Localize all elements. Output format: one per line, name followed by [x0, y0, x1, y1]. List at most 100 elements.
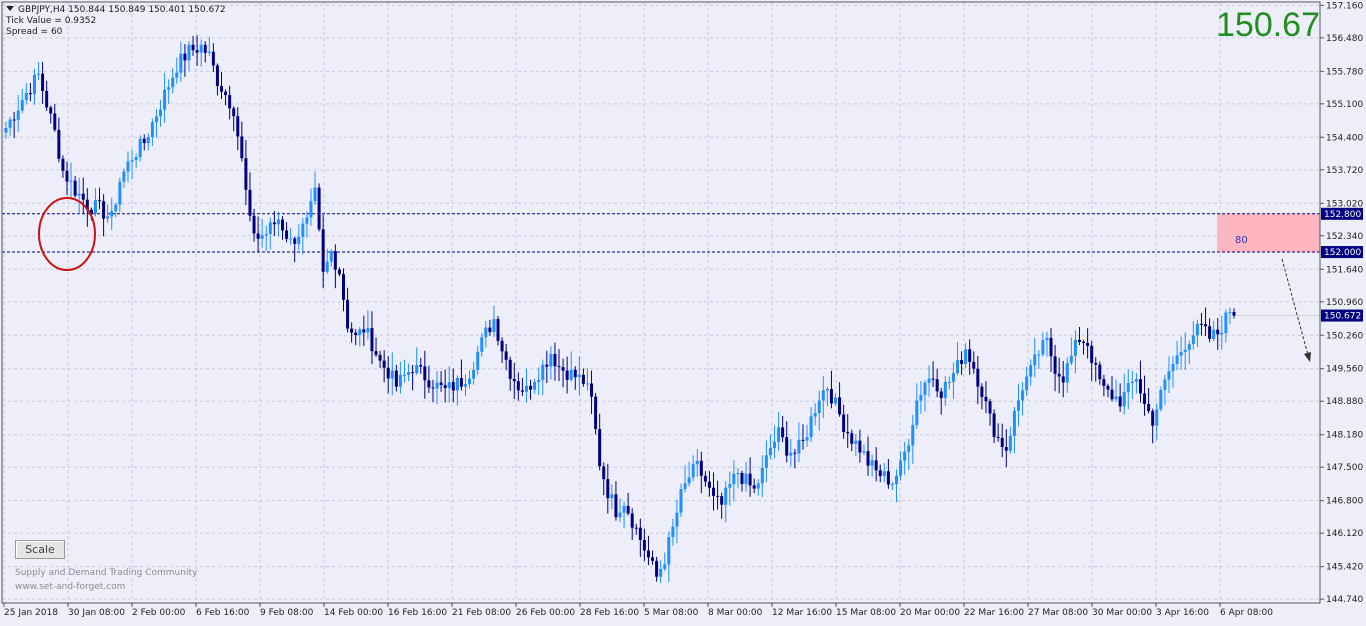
candle-body — [683, 483, 687, 490]
scale-button[interactable]: Scale — [15, 540, 65, 559]
candle-body — [1094, 362, 1098, 365]
candle-body — [484, 327, 488, 338]
candle-body — [146, 137, 150, 143]
candle-body — [598, 429, 602, 467]
candle-body — [329, 251, 333, 262]
candle-body — [890, 484, 894, 486]
candle-body — [512, 378, 516, 382]
candle-body — [984, 396, 988, 402]
candle-body — [748, 473, 752, 486]
price-tick-label: 144.740 — [1326, 595, 1363, 605]
candle-body — [398, 374, 402, 387]
time-tick-label: 16 Feb 16:00 — [388, 608, 447, 618]
candle-body — [642, 539, 646, 551]
candle-body — [663, 564, 667, 569]
candle-body — [118, 181, 122, 205]
candle-body — [220, 86, 224, 92]
candle-body — [695, 460, 699, 465]
time-axis[interactable]: 25 Jan 2018 30 Jan 08:00 2 Feb 00:00 6 Feb … — [3, 603, 1273, 618]
time-tick-label: 25 Jan 2018 — [4, 608, 58, 618]
price-chart[interactable]: 157.160 156.480 155.780 155.100 154.400 153.7… — [0, 0, 1366, 626]
candle-body — [134, 157, 138, 161]
candle-body — [276, 219, 280, 225]
price-tick-label: 155.100 — [1326, 100, 1363, 110]
price-tick-label: 147.500 — [1326, 463, 1363, 473]
candle-body — [756, 483, 760, 489]
price-tick-label: 153.720 — [1326, 166, 1363, 176]
candle-body — [341, 274, 345, 300]
candle-body — [996, 436, 1000, 438]
time-tick-label: 12 Mar 16:00 — [772, 608, 832, 618]
candle-body — [732, 473, 736, 485]
price-tick-label: 148.180 — [1326, 431, 1363, 441]
price-axis[interactable]: 157.160 156.480 155.780 155.100 154.400 153.7… — [1319, 1, 1363, 605]
candle-body — [1077, 339, 1081, 342]
candle-body — [248, 189, 252, 216]
candle-body — [882, 471, 886, 477]
candle-body — [634, 527, 638, 529]
candle-body — [585, 383, 589, 385]
candle-body — [1008, 435, 1012, 451]
price-tick-label: 155.780 — [1326, 67, 1363, 77]
candle-body — [171, 77, 175, 88]
candle-body — [268, 222, 272, 234]
candle-body — [707, 481, 711, 488]
price-tick-label: 150.960 — [1326, 298, 1363, 308]
candle-body — [37, 73, 41, 75]
candle-body — [805, 437, 809, 441]
candle-body — [817, 400, 821, 413]
candle-body — [179, 53, 183, 73]
collapse-triangle-icon[interactable] — [6, 6, 14, 11]
candle-body — [297, 236, 301, 244]
price-tick-label: 149.560 — [1326, 365, 1363, 375]
candle-body — [98, 200, 102, 202]
price-label-text: 152.000 — [1324, 248, 1361, 258]
candle-body — [679, 489, 683, 513]
candle-body — [951, 373, 955, 382]
candle-body — [313, 187, 317, 202]
candle-body — [1073, 339, 1077, 356]
candle-body — [451, 382, 455, 391]
candle-body — [870, 460, 874, 466]
candle-body — [281, 219, 285, 231]
candle-body — [927, 378, 931, 383]
candle-body — [846, 431, 850, 434]
level-lines[interactable] — [2, 213, 1320, 317]
candle-body — [606, 479, 610, 499]
time-tick-label: 15 Mar 08:00 — [836, 608, 896, 618]
candle-body — [712, 487, 716, 496]
watermark-line2: www.set-and-forget.com — [15, 582, 126, 592]
candle-body — [541, 364, 545, 380]
candle-body — [1057, 373, 1061, 377]
candle-body — [150, 122, 154, 138]
candle-body — [878, 470, 882, 477]
candle-body — [142, 138, 146, 143]
candle-body — [1155, 409, 1159, 426]
price-tick-label: 156.480 — [1326, 34, 1363, 44]
candle-body — [443, 385, 447, 389]
candle-body — [159, 109, 163, 117]
time-tick-label: 28 Feb 16:00 — [580, 608, 639, 618]
candle-body — [976, 368, 980, 387]
candle-body — [618, 512, 622, 518]
candle-body — [1195, 323, 1199, 336]
candle-body — [1049, 337, 1053, 357]
candle-body — [992, 413, 996, 437]
candle-body — [1163, 379, 1167, 391]
candle-body — [1187, 344, 1191, 350]
candle-body — [740, 472, 744, 484]
candle-body — [1208, 326, 1212, 339]
price-tick-label: 152.340 — [1326, 232, 1363, 242]
candle-body — [699, 460, 703, 476]
projection-arrow-head — [1304, 352, 1311, 362]
candle-body — [504, 351, 508, 360]
candle-body — [691, 464, 695, 478]
price-tick-label: 148.880 — [1326, 397, 1363, 407]
candle-body — [630, 513, 634, 528]
candle-body — [1061, 376, 1065, 383]
candle-body — [764, 455, 768, 468]
candle-body — [459, 378, 463, 387]
candle-body — [1224, 312, 1228, 334]
price-tick-label: 145.420 — [1326, 563, 1363, 573]
candle-body — [659, 568, 663, 577]
